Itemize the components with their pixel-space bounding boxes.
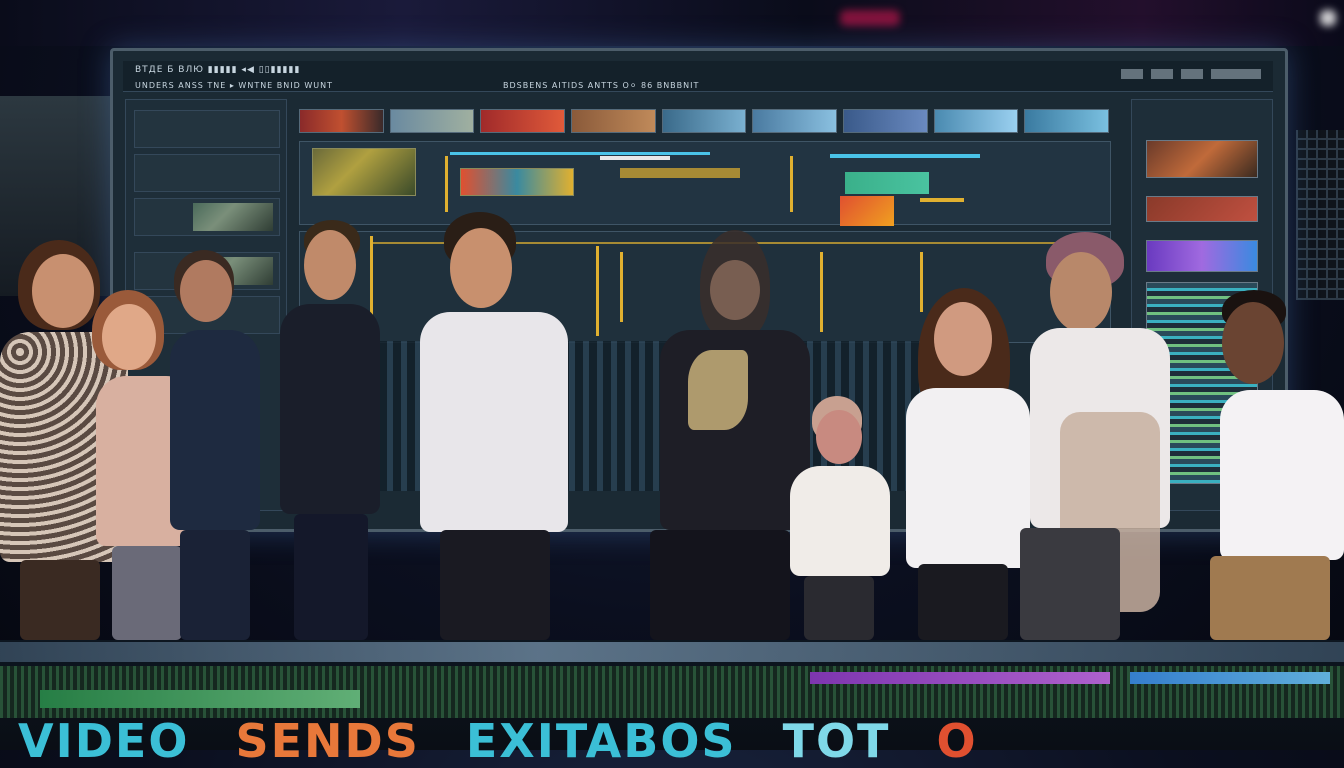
track-wire (920, 198, 964, 202)
timeline-clip (40, 690, 360, 708)
node-graph-panel[interactable] (299, 231, 1111, 343)
left-wall-screen (0, 96, 112, 296)
clip-block[interactable] (840, 196, 894, 226)
headline-word: TOT (782, 714, 891, 768)
ceiling-light (840, 10, 900, 26)
audio-mixer[interactable] (373, 341, 933, 491)
media-bin-item[interactable] (134, 198, 280, 236)
clip-thumbnail-strip (299, 109, 1110, 135)
clip-thumbnail[interactable] (480, 109, 566, 133)
clip-thumbnail (193, 203, 273, 231)
media-bin-item[interactable] (134, 252, 280, 290)
inspector-panel (1131, 99, 1273, 511)
media-bin (125, 99, 287, 511)
clip-thumbnail[interactable] (752, 109, 838, 133)
track-wire (830, 154, 980, 158)
track-wire (620, 168, 740, 178)
clip-block[interactable] (845, 172, 929, 194)
ceiling-light (1320, 10, 1336, 26)
node-wire (370, 236, 373, 326)
node-wire (920, 252, 923, 312)
track-wire (790, 156, 793, 212)
timeline-clip (810, 672, 1110, 684)
clip-preview[interactable] (460, 168, 574, 196)
monitor-topbar: ВТДЕ Б ВЛЮ ▮▮▮▮▮ ◂◀ ▯▯▮▮▮▮▮ UNDERS ANSS … (123, 61, 1273, 92)
media-bin-item[interactable] (134, 110, 280, 148)
clip-thumbnail[interactable] (843, 109, 928, 133)
editing-monitor: ВТДЕ Б ВЛЮ ▮▮▮▮▮ ◂◀ ▯▯▮▮▮▮▮ UNDERS ANSS … (110, 48, 1288, 532)
clip-thumbnail[interactable] (933, 109, 1019, 133)
node-wire (620, 252, 623, 322)
color-scope[interactable] (1146, 240, 1258, 272)
media-bin-item[interactable] (134, 296, 280, 334)
topbar-sub-text: UNDERS ANSS TNE ▸ WNTNE BNID WUNT (135, 81, 333, 90)
console-timeline-strip (0, 666, 1344, 718)
topbar-left-text: ВТДЕ Б ВЛЮ ▮▮▮▮▮ ◂◀ ▯▯▮▮▮▮▮ (135, 65, 301, 75)
headline-word: O (936, 714, 978, 768)
clip-thumbnail[interactable] (389, 109, 475, 133)
ceiling (0, 0, 1344, 46)
headline-word: SENDS (235, 714, 420, 768)
preview-thumbnail[interactable] (1146, 196, 1258, 222)
window-control-icon[interactable] (1121, 69, 1143, 79)
clip-preview[interactable] (312, 148, 416, 196)
track-wire (600, 156, 670, 160)
timeline-panel[interactable] (299, 141, 1111, 226)
window-control-icon[interactable] (1181, 69, 1203, 79)
preview-thumbnail[interactable] (1146, 140, 1258, 178)
clip-thumbnail[interactable] (571, 109, 656, 133)
topbar-mid-text: BDSBENS AITIDS ANTTS O⚪ 86 BNBBNIT (503, 81, 700, 90)
clip-thumbnail[interactable] (661, 109, 747, 133)
clip-thumbnail (193, 257, 273, 285)
headline-word: EXITABOS (465, 714, 737, 768)
timeline-clip (1130, 672, 1330, 684)
node-wire (820, 252, 823, 332)
node-wire (596, 246, 599, 336)
headline-word: VIDEO (18, 714, 190, 768)
media-bin-item[interactable] (134, 154, 280, 192)
waveform-scope[interactable] (1146, 282, 1258, 484)
track-wire (445, 156, 448, 212)
headline: VIDEO SENDS EXITABOS TOT O (18, 718, 1006, 764)
right-wall-grid (1296, 130, 1344, 300)
clip-thumbnail[interactable] (299, 109, 384, 133)
clip-thumbnail[interactable] (1024, 109, 1110, 133)
window-control-icon[interactable] (1211, 69, 1261, 79)
window-control-icon[interactable] (1151, 69, 1173, 79)
track-wire (450, 152, 710, 155)
console-edge (0, 642, 1344, 662)
node-wire (370, 242, 1090, 244)
window-controls (1121, 69, 1261, 79)
